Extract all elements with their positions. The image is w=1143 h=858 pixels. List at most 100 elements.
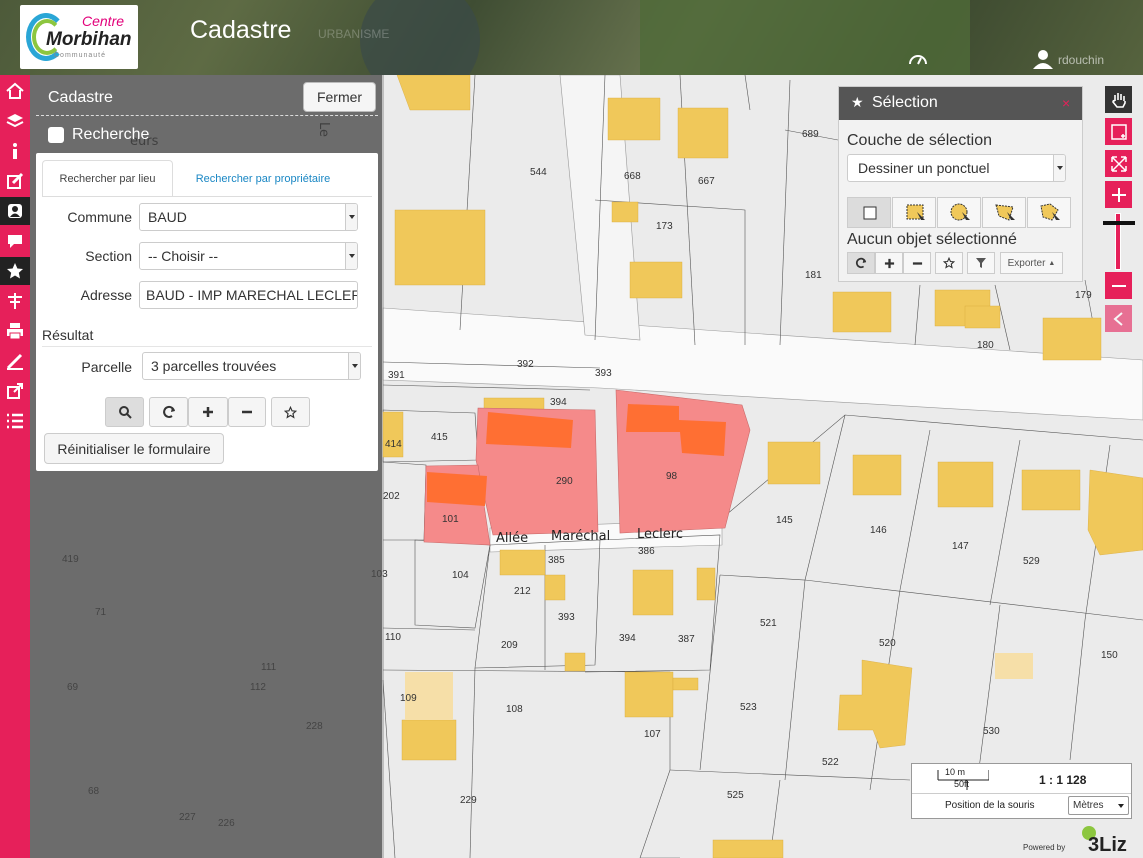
commune-select[interactable]: BAUD bbox=[139, 203, 358, 231]
parcel-label: 394 bbox=[619, 633, 636, 644]
parcel-label: 181 bbox=[805, 270, 822, 281]
search-title: Recherche bbox=[72, 126, 150, 143]
app-logo[interactable]: Centre Morbihan Communauté bbox=[20, 5, 138, 69]
full-extent-button[interactable] bbox=[1105, 150, 1132, 177]
export-button[interactable]: Exporter ▲ bbox=[1000, 252, 1063, 274]
filter-button[interactable] bbox=[967, 252, 995, 274]
add-selection-button[interactable] bbox=[875, 252, 903, 274]
select-polygon-button[interactable] bbox=[982, 197, 1026, 228]
edit-icon[interactable] bbox=[0, 167, 30, 195]
home-icon[interactable] bbox=[0, 77, 30, 105]
refresh-selection-button[interactable] bbox=[847, 252, 875, 274]
polygon-select-icon bbox=[995, 204, 1015, 221]
print-icon[interactable] bbox=[0, 317, 30, 345]
layers-icon[interactable] bbox=[0, 107, 30, 135]
tab-search-by-place[interactable]: Rechercher par lieu bbox=[42, 160, 173, 197]
user-name[interactable]: rdouchin bbox=[1058, 53, 1104, 67]
plus-icon bbox=[203, 407, 213, 417]
parcel-label: 108 bbox=[506, 704, 523, 715]
parcel-select[interactable]: 3 parcelles trouvées bbox=[142, 352, 361, 380]
parcel-label: 392 bbox=[517, 359, 534, 370]
star-icon[interactable] bbox=[0, 257, 30, 285]
remove-button[interactable] bbox=[228, 397, 266, 427]
draw-mode-select[interactable]: Dessiner un ponctuel bbox=[847, 154, 1066, 182]
search-person-icon bbox=[48, 127, 64, 143]
favorite-button[interactable] bbox=[271, 397, 310, 427]
parcel-label: 393 bbox=[558, 612, 575, 623]
zoom-out-button[interactable] bbox=[1105, 272, 1132, 299]
selection-layer-label: Couche de sélection bbox=[847, 132, 992, 149]
refresh-icon bbox=[856, 257, 867, 269]
parcel-label: 290 bbox=[556, 476, 573, 487]
search-form: Rechercher par lieu Rechercher par propr… bbox=[36, 153, 378, 471]
zoom-slider-handle[interactable] bbox=[1103, 221, 1135, 225]
select-freehand-button[interactable] bbox=[1027, 197, 1071, 228]
zoom-in-button[interactable] bbox=[1105, 181, 1132, 208]
chevron-down-icon bbox=[345, 204, 357, 230]
parcel-label: 180 bbox=[977, 340, 994, 351]
parcel-value: 3 parcelles trouvées bbox=[151, 358, 277, 374]
list-icon[interactable] bbox=[0, 407, 30, 435]
units-select[interactable]: Mètres bbox=[1068, 796, 1129, 815]
result-divider bbox=[42, 346, 372, 347]
minus-icon bbox=[1111, 284, 1126, 287]
address-value: BAUD - IMP MARECHAL LECLERC bbox=[146, 287, 358, 303]
logo-main-text: Morbihan bbox=[46, 29, 132, 50]
powered-by-text: Powered by bbox=[1023, 843, 1066, 852]
scale-divider bbox=[912, 793, 1131, 794]
selection-status: Aucun objet sélectionné bbox=[847, 231, 1017, 248]
star-icon: ★ bbox=[851, 94, 864, 110]
pan-hand-button[interactable] bbox=[1105, 86, 1132, 113]
parcel-label: 101 bbox=[442, 514, 459, 525]
section-select[interactable]: -- Choisir -- bbox=[139, 242, 358, 270]
refresh-icon bbox=[162, 405, 175, 418]
powered-by[interactable]: Powered by 3Liz bbox=[1018, 820, 1138, 858]
commune-value: BAUD bbox=[148, 209, 187, 225]
units-value: Mètres bbox=[1073, 800, 1104, 811]
selection-header: ★ Sélection × bbox=[839, 87, 1082, 120]
parcel-label: 146 bbox=[870, 525, 887, 536]
parcel-label: 530 bbox=[983, 726, 1000, 737]
tab-search-by-owner[interactable]: Rechercher par propriétaire bbox=[178, 160, 348, 197]
zoom-box-button[interactable] bbox=[1105, 118, 1132, 145]
reset-form-button[interactable]: Réinitialiser le formulaire bbox=[44, 433, 224, 464]
export-label: Exporter bbox=[1007, 257, 1046, 269]
parcel-label: 689 bbox=[802, 129, 819, 140]
address-input[interactable]: BAUD - IMP MARECHAL LECLERC bbox=[139, 281, 358, 309]
left-navigation bbox=[0, 75, 30, 858]
cadastre-icon[interactable] bbox=[0, 197, 30, 225]
scale-box: 10 m 50ft 1 : 1 128 Position de la souri… bbox=[911, 763, 1132, 819]
parcel-label: 109 bbox=[400, 693, 417, 704]
parcel-label: 98 bbox=[666, 471, 678, 482]
parcel-label: 147 bbox=[952, 541, 969, 552]
parcel-label: 229 bbox=[460, 795, 477, 806]
add-button[interactable] bbox=[188, 397, 228, 427]
parcel-label: 523 bbox=[740, 702, 757, 713]
measure-icon[interactable] bbox=[0, 287, 30, 315]
selection-panel: ★ Sélection × Couche de sélection Dessin… bbox=[838, 86, 1083, 282]
comment-icon[interactable] bbox=[0, 227, 30, 255]
user-icon[interactable] bbox=[1032, 48, 1054, 70]
address-label: Adresse bbox=[80, 287, 132, 303]
scale-ratio: 1 : 1 128 bbox=[1039, 773, 1087, 787]
remove-selection-button[interactable] bbox=[903, 252, 931, 274]
divider bbox=[36, 115, 378, 116]
favorite-selection-button[interactable] bbox=[935, 252, 963, 274]
close-icon[interactable]: × bbox=[1062, 95, 1070, 111]
header-background-text: URBANISME bbox=[318, 27, 390, 41]
previous-extent-button[interactable] bbox=[1105, 305, 1132, 332]
share-icon[interactable] bbox=[0, 377, 30, 405]
info-icon[interactable] bbox=[0, 137, 30, 165]
close-button[interactable]: Fermer bbox=[303, 82, 376, 112]
select-rectangle-button[interactable] bbox=[892, 197, 936, 228]
parcel-label: 415 bbox=[431, 432, 448, 443]
zoom-to-button[interactable] bbox=[105, 397, 144, 427]
parcel-label: 414 bbox=[385, 439, 402, 450]
select-circle-button[interactable] bbox=[937, 197, 981, 228]
parcel-label: Parcelle bbox=[81, 359, 132, 375]
dashboard-icon[interactable] bbox=[908, 53, 928, 65]
draw-icon[interactable] bbox=[0, 347, 30, 375]
select-box-button[interactable] bbox=[847, 197, 891, 228]
street-label: Leclerc bbox=[637, 527, 683, 542]
refresh-button[interactable] bbox=[149, 397, 188, 427]
